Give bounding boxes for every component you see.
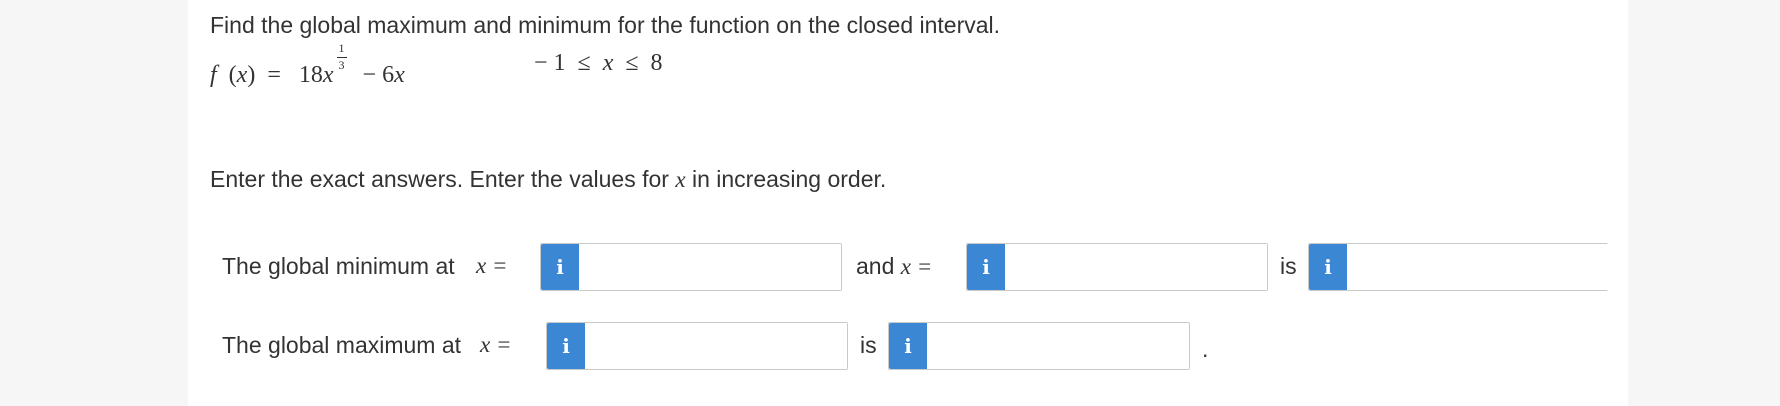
minimum-x-equals: x = xyxy=(476,253,508,278)
function-name: f xyxy=(210,62,217,88)
global-maximum-label: The global maximum at xyxy=(222,332,462,358)
instructions-variable: x xyxy=(675,167,686,192)
interval-relation-left: ≤ xyxy=(577,50,591,76)
function-term-2-variable: x xyxy=(394,62,405,88)
maximum-period: . xyxy=(1202,336,1209,362)
info-icon[interactable]: i xyxy=(547,323,585,369)
minimum-is-label: is xyxy=(1280,253,1297,279)
minimum-x2-input[interactable] xyxy=(1005,244,1267,290)
interval-relation-right: ≤ xyxy=(625,50,639,76)
maximum-value-answer: i xyxy=(888,322,1190,370)
minimum-and-x-equals: x = xyxy=(900,254,933,279)
question-prompt: Find the global maximum and minimum for … xyxy=(210,12,1001,38)
function-base-variable: x xyxy=(322,62,334,88)
info-icon[interactable]: i xyxy=(1309,244,1347,290)
function-operator: − xyxy=(362,62,377,88)
minimum-value-input[interactable] xyxy=(1347,244,1608,290)
function-coefficient: 18 xyxy=(298,62,323,88)
global-maximum-row: The global maximum at x = i is i . xyxy=(188,322,1628,372)
maximum-x-answer: i xyxy=(546,322,848,370)
interval-expression: − 1 ≤ x ≤ 8 xyxy=(534,50,663,77)
exponent-numerator: 1 xyxy=(338,41,345,55)
info-icon[interactable]: i xyxy=(541,244,579,290)
maximum-x-input[interactable] xyxy=(585,323,847,369)
minimum-x2-answer: i xyxy=(966,243,1268,291)
function-variable: x xyxy=(236,62,248,88)
minimum-value-answer: i xyxy=(1308,243,1608,291)
minimum-x1-input[interactable] xyxy=(579,244,841,290)
question-panel: Find the global maximum and minimum for … xyxy=(188,0,1628,406)
instructions-prefix: Enter the exact answers. Enter the value… xyxy=(210,166,676,192)
interval-upper: 8 xyxy=(650,50,663,76)
global-minimum-row: The global minimum at x = i and x = i is… xyxy=(188,243,1628,293)
global-minimum-label: The global minimum at xyxy=(222,253,455,279)
function-definition: f (x) = 18x 1 3 − 6x − 1 ≤ x ≤ 8 xyxy=(210,41,910,88)
function-term-2: 6 xyxy=(382,62,395,88)
maximum-value-input[interactable] xyxy=(927,323,1189,369)
info-icon[interactable]: i xyxy=(889,323,927,369)
interval-variable: x xyxy=(602,50,614,76)
function-expression: f (x) = 18x 1 3 − 6x xyxy=(210,41,405,88)
fraction-exponent: 13 xyxy=(335,42,349,72)
instructions-suffix: in increasing order. xyxy=(685,166,887,192)
interval-lower: − 1 xyxy=(534,50,566,76)
answer-instructions: Enter the exact answers. Enter the value… xyxy=(210,166,886,193)
maximum-x-equals: x = xyxy=(480,332,512,357)
minimum-and-label: and x = xyxy=(856,253,933,279)
maximum-is-label: is xyxy=(860,332,877,358)
info-icon[interactable]: i xyxy=(967,244,1005,290)
exponent-denominator: 3 xyxy=(338,58,345,72)
minimum-x1-answer: i xyxy=(540,243,842,291)
